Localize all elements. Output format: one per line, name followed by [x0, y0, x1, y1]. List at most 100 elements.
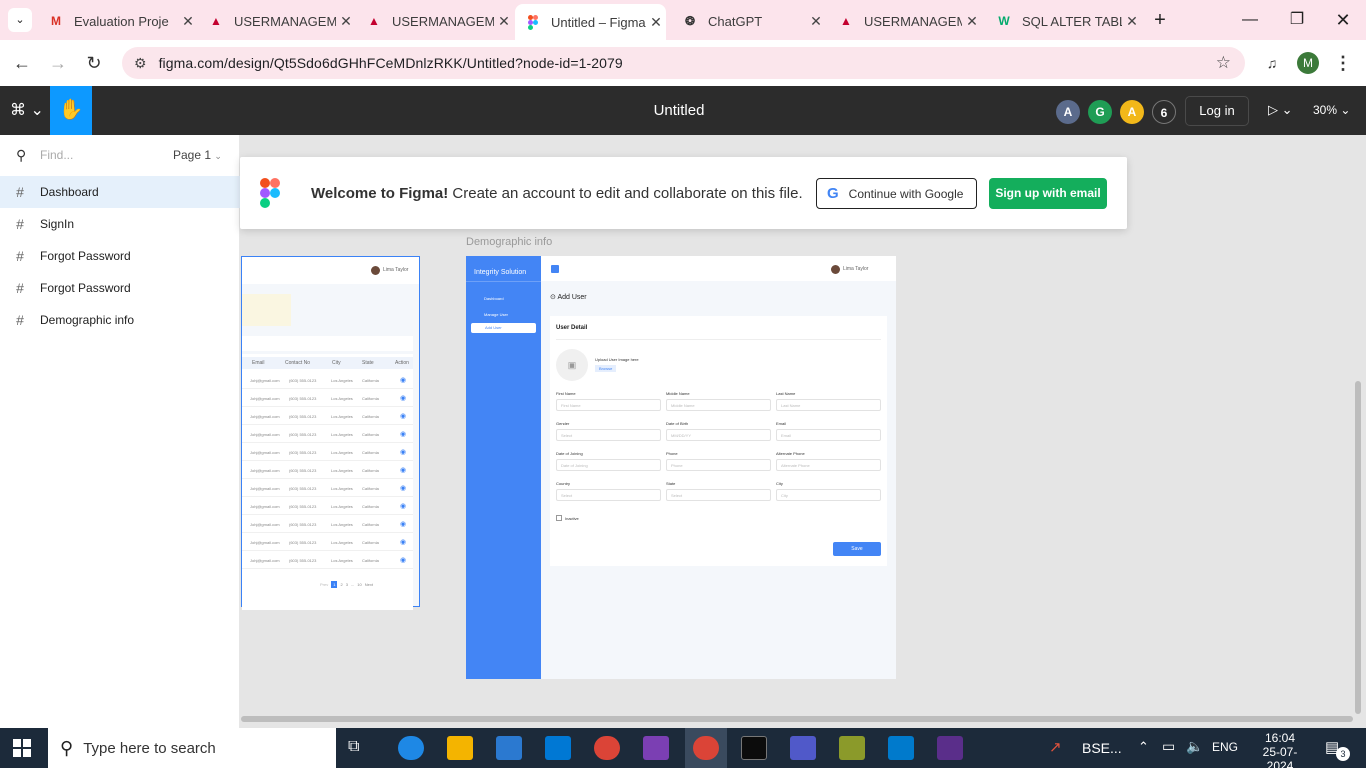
mail-icon[interactable]: [545, 736, 571, 760]
form-input[interactable]: Middle Name: [666, 399, 771, 411]
form-input[interactable]: Select: [556, 489, 661, 501]
close-tab-icon[interactable]: ✕: [336, 13, 356, 30]
browse-button[interactable]: Browse: [595, 365, 617, 372]
page-number[interactable]: 10: [357, 582, 361, 587]
store-icon[interactable]: [496, 736, 522, 760]
page-number[interactable]: 2: [340, 582, 342, 587]
form-input[interactable]: Select: [666, 489, 771, 501]
vertical-scrollbar[interactable]: [1355, 381, 1361, 714]
zoom-control[interactable]: 30% ⌄: [1313, 103, 1350, 117]
continue-with-google-button[interactable]: G Continue with Google: [816, 178, 977, 209]
viewer-count-badge[interactable]: 6: [1152, 100, 1176, 124]
view-eye-icon[interactable]: ◉: [400, 484, 406, 492]
form-input[interactable]: City: [776, 489, 881, 501]
browser-tab-3[interactable]: ▲ USERMANAGEM ✕: [356, 6, 514, 36]
site-info-icon[interactable]: ⚙: [134, 55, 147, 72]
close-tab-icon[interactable]: ✕: [178, 13, 198, 30]
taskbar-search-box[interactable]: ⚲ Type here to search: [48, 728, 336, 768]
address-bar[interactable]: ⚙ figma.com/design/Qt5Sdo6dGHhFCeMDnlzRK…: [122, 47, 1245, 79]
browser-menu-icon[interactable]: ⋮: [1330, 50, 1356, 76]
close-tab-icon[interactable]: ✕: [646, 14, 666, 31]
collaborator-avatar[interactable]: G: [1088, 100, 1112, 124]
windows-start-icon[interactable]: [13, 739, 31, 757]
collaborator-avatar[interactable]: A: [1120, 100, 1144, 124]
form-input[interactable]: Email: [776, 429, 881, 441]
page-number[interactable]: 1: [331, 580, 338, 588]
back-icon[interactable]: ←: [9, 50, 35, 76]
teams-icon[interactable]: [790, 736, 816, 760]
bookmark-star-icon[interactable]: ☆: [1216, 53, 1231, 73]
save-button[interactable]: Save: [833, 542, 881, 556]
tray-app-label[interactable]: BSE...: [1082, 740, 1122, 756]
view-eye-icon[interactable]: ◉: [400, 556, 406, 564]
tab-search-button[interactable]: ⌄: [8, 8, 32, 32]
reload-icon[interactable]: ↻: [81, 50, 107, 76]
browser-tab-1[interactable]: M Evaluation Proje ✕: [38, 6, 198, 36]
form-input[interactable]: First Name: [556, 399, 661, 411]
form-input[interactable]: Phone: [666, 459, 771, 471]
sign-up-email-button[interactable]: Sign up with email: [989, 178, 1107, 209]
browser-tab-2[interactable]: ▲ USERMANAGEM ✕: [198, 6, 356, 36]
browser-tab-5[interactable]: ❂ ChatGPT ✕: [672, 6, 826, 36]
frame-item-dashboard[interactable]: # Dashboard: [0, 176, 240, 208]
language-indicator[interactable]: ENG: [1212, 740, 1238, 754]
browser-tab-6[interactable]: ▲ USERMANAGEM ✕: [828, 6, 982, 36]
media-control-icon[interactable]: ♫: [1259, 50, 1285, 76]
volume-icon[interactable]: 🔈: [1186, 738, 1203, 755]
close-tab-icon[interactable]: ✕: [806, 13, 826, 30]
login-button[interactable]: Log in: [1185, 96, 1249, 126]
new-tab-icon[interactable]: +: [1148, 8, 1172, 32]
close-window-icon[interactable]: ✕: [1331, 8, 1355, 32]
frame-item-forgot-password-2[interactable]: # Forgot Password: [0, 272, 240, 304]
snipping-tool-icon[interactable]: [839, 736, 865, 760]
view-eye-icon[interactable]: ◉: [400, 538, 406, 546]
clock[interactable]: 16:04 25-07-2024: [1250, 731, 1310, 768]
file-explorer-icon[interactable]: [447, 736, 473, 760]
frame-title-label[interactable]: Demographic info: [466, 236, 552, 248]
form-input[interactable]: MM/DD/YY: [666, 429, 771, 441]
view-eye-icon[interactable]: ◉: [400, 502, 406, 510]
chrome-icon[interactable]: [693, 736, 719, 760]
vscode-icon[interactable]: [888, 736, 914, 760]
view-eye-icon[interactable]: ◉: [400, 520, 406, 528]
terminal-icon[interactable]: [741, 736, 767, 760]
minimize-icon[interactable]: —: [1238, 8, 1262, 32]
page-selector[interactable]: Page 1 ⌄: [173, 148, 222, 162]
view-eye-icon[interactable]: ◉: [400, 412, 406, 420]
view-eye-icon[interactable]: ◉: [400, 430, 406, 438]
visual-studio-icon[interactable]: [643, 736, 669, 760]
frame-item-signin[interactable]: # SignIn: [0, 208, 240, 240]
form-input[interactable]: Date of Joining: [556, 459, 661, 471]
nav-add-user[interactable]: Add User: [471, 323, 536, 333]
chrome-icon[interactable]: [594, 736, 620, 760]
browser-tab-4[interactable]: Untitled – Figma ✕: [515, 4, 666, 40]
present-icon[interactable]: ▷ ⌄: [1268, 102, 1293, 118]
collaborator-avatar[interactable]: A: [1056, 100, 1080, 124]
page-next[interactable]: Next: [365, 582, 373, 587]
profile-avatar[interactable]: M: [1297, 52, 1319, 74]
close-tab-icon[interactable]: ✕: [1122, 13, 1142, 30]
restore-icon[interactable]: ❐: [1285, 8, 1309, 32]
forward-icon[interactable]: →: [45, 50, 71, 76]
frame-item-demographic-info[interactable]: # Demographic info: [0, 304, 240, 336]
menu-toggle-icon[interactable]: [551, 265, 559, 273]
view-eye-icon[interactable]: ◉: [400, 376, 406, 384]
task-view-icon[interactable]: ⧉: [348, 738, 359, 756]
view-eye-icon[interactable]: ◉: [400, 448, 406, 456]
demographic-frame[interactable]: Integrity Solution Dashboard Manage User…: [466, 256, 896, 679]
nav-dashboard[interactable]: Dashboard: [484, 296, 504, 301]
page-number[interactable]: 3: [346, 582, 348, 587]
horizontal-scrollbar[interactable]: [241, 716, 1353, 722]
close-tab-icon[interactable]: ✕: [962, 13, 982, 30]
find-input[interactable]: Find...: [40, 148, 73, 162]
form-input[interactable]: Last Name: [776, 399, 881, 411]
view-eye-icon[interactable]: ◉: [400, 466, 406, 474]
nav-manage-user[interactable]: Manage User: [484, 312, 508, 317]
frame-item-forgot-password[interactable]: # Forgot Password: [0, 240, 240, 272]
browser-tab-7[interactable]: W SQL ALTER TABL ✕: [986, 6, 1142, 36]
image-placeholder-icon[interactable]: ▣: [556, 349, 588, 381]
view-eye-icon[interactable]: ◉: [400, 394, 406, 402]
dashboard-frame[interactable]: Lima Taylor Email Contact No City State …: [241, 256, 420, 610]
powershell-icon[interactable]: [937, 736, 963, 760]
form-input[interactable]: Select: [556, 429, 661, 441]
